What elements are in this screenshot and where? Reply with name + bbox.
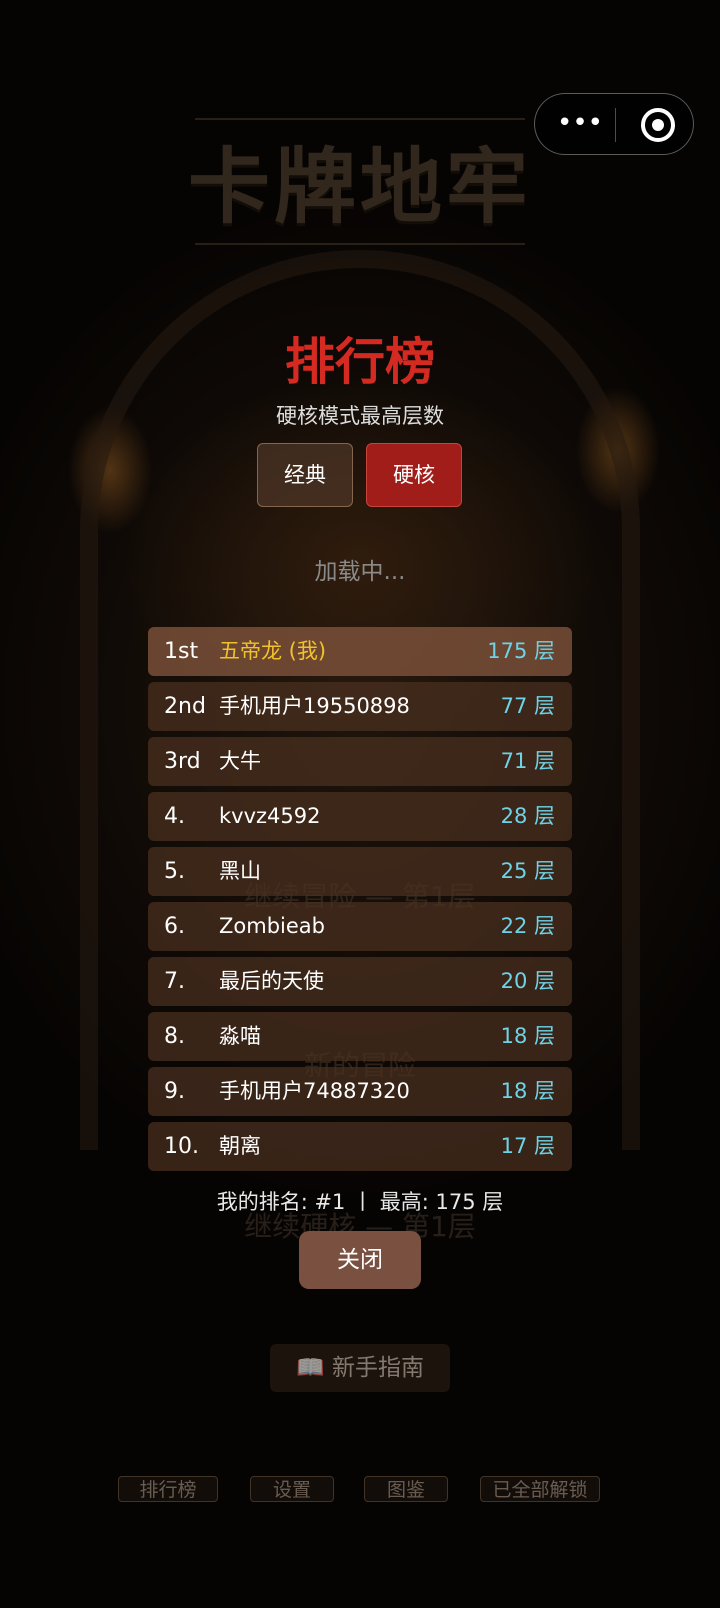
player-score: 20 层 [500, 969, 555, 993]
loading-text: 加载中... [314, 559, 406, 585]
leaderboard-row: 9. 手机用户74887320 18 层 [148, 1067, 572, 1116]
player-score: 22 层 [500, 914, 555, 938]
rank-label: 8. [164, 1024, 185, 1049]
player-score: 18 层 [500, 1024, 555, 1048]
guide-button: 📖 新手指南 [270, 1344, 450, 1392]
close-button[interactable]: 关闭 [299, 1231, 421, 1289]
leaderboard-row: 8. 淼喵 18 层 [148, 1012, 572, 1061]
player-score: 17 层 [500, 1134, 555, 1158]
rank-label: 4. [164, 804, 185, 829]
player-name: 淼喵 [219, 1024, 261, 1048]
rank-label: 3rd [164, 749, 201, 774]
rank-label: 7. [164, 969, 185, 994]
mini-program-capsule: ••• [534, 93, 694, 155]
player-name: 手机用户74887320 [219, 1079, 410, 1103]
rank-label: 9. [164, 1079, 185, 1104]
nav-codex: 图鉴 [364, 1476, 448, 1502]
more-dots-icon[interactable]: ••• [557, 110, 603, 136]
leaderboard-row: 5. 黑山 25 层 [148, 847, 572, 896]
leaderboard-title: 排行榜 [285, 333, 435, 391]
tab-classic[interactable]: 经典 [257, 443, 353, 507]
rank-label: 2nd [164, 694, 206, 719]
player-score: 25 层 [500, 859, 555, 883]
player-score: 175 层 [487, 639, 555, 663]
player-name: 最后的天使 [219, 969, 324, 993]
leaderboard-row: 3rd 大牛 71 层 [148, 737, 572, 786]
nav-leaderboard: 排行榜 [118, 1476, 218, 1502]
rank-label: 5. [164, 859, 185, 884]
player-score: 18 层 [500, 1079, 555, 1103]
player-score: 77 层 [500, 694, 555, 718]
leaderboard-row: 4. kvvz4592 28 层 [148, 792, 572, 841]
player-name: 朝离 [219, 1134, 261, 1158]
capsule-divider [615, 108, 616, 142]
rank-label: 10. [164, 1134, 199, 1159]
player-name: 手机用户19550898 [219, 694, 410, 718]
leaderboard-list: 1st 五帝龙 (我) 175 层 2nd 手机用户19550898 77 层 … [148, 627, 572, 1177]
leaderboard-row: 10. 朝离 17 层 [148, 1122, 572, 1171]
leaderboard-row: 1st 五帝龙 (我) 175 层 [148, 627, 572, 676]
player-name: 大牛 [219, 749, 261, 773]
player-name: 黑山 [219, 859, 261, 883]
my-rank-summary: 我的排名: #1 丨 最高: 175 层 [216, 1190, 504, 1214]
nav-settings: 设置 [250, 1476, 334, 1502]
player-name: kvvz4592 [219, 804, 321, 828]
player-score: 28 层 [500, 804, 555, 828]
tab-hardcore[interactable]: 硬核 [366, 443, 462, 507]
player-name: 五帝龙 (我) [219, 639, 327, 663]
leaderboard-row: 7. 最后的天使 20 层 [148, 957, 572, 1006]
target-icon[interactable] [641, 108, 675, 142]
rank-label: 1st [164, 639, 199, 664]
bottom-nav: 排行榜 设置 图鉴 已全部解锁 [0, 1476, 720, 1506]
player-score: 71 层 [500, 749, 555, 773]
leaderboard-subtitle: 硬核模式最高层数 [276, 404, 444, 428]
leaderboard-row: 6. Zombieab 22 层 [148, 902, 572, 951]
leaderboard-row: 2nd 手机用户19550898 77 层 [148, 682, 572, 731]
rank-label: 6. [164, 914, 185, 939]
nav-all-unlocked: 已全部解锁 [480, 1476, 600, 1502]
player-name: Zombieab [219, 914, 325, 938]
